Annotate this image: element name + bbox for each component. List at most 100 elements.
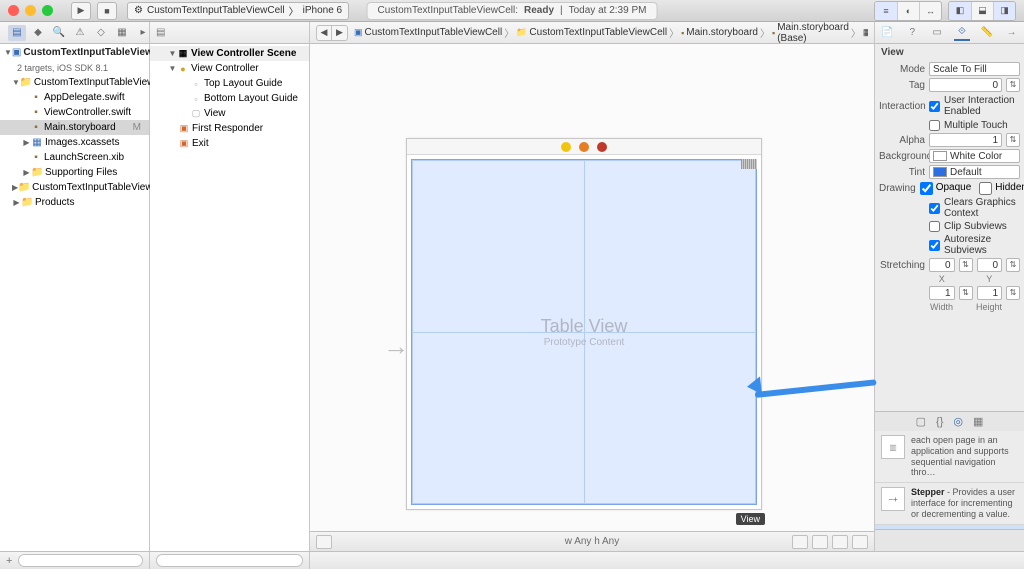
group-main[interactable]: ▼📁CustomTextInputTableViewCell bbox=[0, 75, 149, 90]
navigator-filter-input[interactable] bbox=[18, 554, 143, 567]
file-appdelegate[interactable]: ▪AppDelegate.swift bbox=[0, 90, 149, 105]
file-viewcontroller[interactable]: ▪ViewController.swift bbox=[0, 105, 149, 120]
connections-inspector-icon[interactable]: → bbox=[1004, 25, 1020, 41]
lib-item-stepper[interactable]: −+Stepper - Provides a user interface fo… bbox=[875, 483, 1024, 524]
standard-editor-icon[interactable]: ≡ bbox=[875, 2, 897, 20]
drawing-label: Drawing bbox=[879, 183, 916, 194]
editor-mode-selector[interactable]: ≡ ◐ ↔ bbox=[874, 1, 942, 21]
tint-select[interactable]: Default bbox=[929, 165, 1020, 179]
group-supporting[interactable]: ▶📁Supporting Files bbox=[0, 165, 149, 180]
stretch-y-field[interactable]: 0 bbox=[977, 258, 1003, 272]
object-library-icon[interactable]: ◎ bbox=[953, 415, 963, 428]
stretch-w-stepper[interactable]: ⇅ bbox=[959, 286, 973, 300]
alpha-stepper[interactable]: ⇅ bbox=[1006, 133, 1020, 147]
exit-node[interactable]: ▣Exit bbox=[150, 136, 309, 151]
group-tests[interactable]: ▶📁CustomTextInputTableViewCellTests bbox=[0, 180, 149, 195]
outline-filter-bar bbox=[150, 552, 310, 569]
view-controller-frame[interactable]: Table View Prototype Content View bbox=[406, 138, 762, 510]
resizing-button[interactable] bbox=[852, 535, 868, 549]
scene-header[interactable]: ▼▦View Controller Scene bbox=[150, 46, 309, 61]
background-select[interactable]: White Color bbox=[929, 149, 1020, 163]
version-editor-icon[interactable]: ↔ bbox=[919, 2, 941, 20]
outline-toggle-icon[interactable]: ▤ bbox=[156, 27, 165, 38]
storyboard-canvas[interactable]: → Table View Prototype Content View bbox=[310, 44, 874, 531]
right-panel-icon[interactable]: ◨ bbox=[993, 2, 1015, 20]
hidden-checkbox[interactable]: Hidden bbox=[979, 182, 1024, 195]
scheme-selector[interactable]: ⚙ CustomTextInputTableViewCell 〉 iPhone … bbox=[127, 2, 349, 20]
opaque-checkbox[interactable]: Opaque bbox=[920, 182, 972, 195]
resolve-button[interactable] bbox=[832, 535, 848, 549]
run-button[interactable]: ▶ bbox=[71, 2, 91, 20]
file-images[interactable]: ▶▦Images.xcassets bbox=[0, 135, 149, 150]
file-inspector-icon[interactable]: 📄 bbox=[879, 25, 895, 41]
alpha-field[interactable]: 1 bbox=[929, 133, 1002, 147]
close-icon[interactable] bbox=[8, 5, 19, 16]
view-controller-node[interactable]: ▼●View Controller bbox=[150, 61, 309, 76]
first-responder-node[interactable]: ▣First Responder bbox=[150, 121, 309, 136]
zoom-icon[interactable] bbox=[42, 5, 53, 16]
panel-toggle-selector[interactable]: ◧ ⬓ ◨ bbox=[948, 1, 1016, 21]
file-template-icon[interactable]: ▢ bbox=[916, 415, 926, 428]
resize-handle-icon[interactable] bbox=[741, 159, 757, 169]
object-library: ▥each open page in an application and su… bbox=[875, 431, 1024, 529]
stretch-h-field[interactable]: 1 bbox=[977, 286, 1003, 300]
outline-toggle-button[interactable] bbox=[316, 535, 332, 549]
user-interaction-checkbox[interactable]: User Interaction Enabled bbox=[929, 94, 1020, 118]
stretch-h-stepper[interactable]: ⇅ bbox=[1006, 286, 1020, 300]
left-panel-icon[interactable]: ◧ bbox=[949, 2, 971, 20]
first-responder-icon[interactable] bbox=[579, 142, 589, 152]
code-snippet-icon[interactable]: {} bbox=[936, 416, 943, 428]
project-root[interactable]: ▼▣CustomTextInputTableViewCell bbox=[0, 45, 149, 60]
clears-context-checkbox[interactable]: Clears Graphics Context bbox=[875, 196, 1024, 220]
vc-icon[interactable] bbox=[561, 142, 571, 152]
nav-back-button[interactable]: ◀ bbox=[316, 25, 332, 41]
debug-navigator-icon[interactable]: ▦ bbox=[113, 25, 131, 41]
size-inspector-icon[interactable]: 📏 bbox=[979, 25, 995, 41]
size-class-bar[interactable]: w Any h Any bbox=[310, 531, 874, 551]
stop-button[interactable]: ■ bbox=[97, 2, 117, 20]
attributes-inspector-icon[interactable]: ⟐ bbox=[954, 25, 970, 41]
background-label: Background bbox=[879, 151, 925, 162]
lib-item-navcontroller[interactable]: ▥each open page in an application and su… bbox=[875, 431, 1024, 483]
top-layout-guide[interactable]: ▫Top Layout Guide bbox=[150, 76, 309, 91]
stretch-x-stepper[interactable]: ⇅ bbox=[959, 258, 973, 272]
table-view-drop[interactable]: Table View Prototype Content bbox=[411, 159, 757, 505]
clip-subviews-checkbox[interactable]: Clip Subviews bbox=[875, 220, 1024, 233]
issue-navigator-icon[interactable]: ⚠ bbox=[71, 25, 89, 41]
symbol-navigator-icon[interactable]: ◆ bbox=[29, 25, 47, 41]
tag-stepper[interactable]: ⇅ bbox=[1006, 78, 1020, 92]
align-button[interactable] bbox=[792, 535, 808, 549]
bottom-panel-icon[interactable]: ⬓ bbox=[971, 2, 993, 20]
add-button[interactable]: + bbox=[6, 555, 12, 567]
window-controls bbox=[8, 5, 53, 16]
outline-filter-input[interactable] bbox=[156, 554, 303, 567]
pin-button[interactable] bbox=[812, 535, 828, 549]
scene-dock[interactable] bbox=[407, 139, 761, 155]
scheme-icon: ⚙ bbox=[134, 5, 143, 16]
project-navigator-icon[interactable]: ▤ bbox=[8, 25, 26, 41]
identity-inspector-icon[interactable]: ▭ bbox=[929, 25, 945, 41]
find-navigator-icon[interactable]: 🔍 bbox=[50, 25, 68, 41]
media-library-icon[interactable]: ▦ bbox=[973, 415, 983, 428]
bottom-layout-guide[interactable]: ▫Bottom Layout Guide bbox=[150, 91, 309, 106]
exit-icon[interactable] bbox=[597, 142, 607, 152]
stretch-w-field[interactable]: 1 bbox=[929, 286, 955, 300]
file-storyboard[interactable]: ▪Main.storyboardM bbox=[0, 120, 149, 135]
group-products[interactable]: ▶📁Products bbox=[0, 195, 149, 210]
stretch-y-stepper[interactable]: ⇅ bbox=[1006, 258, 1020, 272]
multiple-touch-checkbox[interactable]: Multiple Touch bbox=[875, 119, 1024, 132]
test-navigator-icon[interactable]: ◇ bbox=[92, 25, 110, 41]
mode-select[interactable]: Scale To Fill bbox=[929, 62, 1020, 76]
assistant-editor-icon[interactable]: ◐ bbox=[897, 2, 919, 20]
autoresize-checkbox[interactable]: Autoresize Subviews bbox=[875, 233, 1024, 257]
stretch-x-field[interactable]: 0 bbox=[929, 258, 955, 272]
size-class-label[interactable]: w Any h Any bbox=[565, 536, 619, 547]
minimize-icon[interactable] bbox=[25, 5, 36, 16]
help-inspector-icon[interactable]: ? bbox=[904, 25, 920, 41]
status-project: CustomTextInputTableViewCell: bbox=[378, 5, 518, 16]
tag-field[interactable]: 0 bbox=[929, 78, 1002, 92]
view-node[interactable]: ▢View bbox=[150, 106, 309, 121]
file-launch[interactable]: ▪LaunchScreen.xib bbox=[0, 150, 149, 165]
tint-label: Tint bbox=[879, 167, 925, 178]
nav-forward-button[interactable]: ▶ bbox=[332, 25, 348, 41]
